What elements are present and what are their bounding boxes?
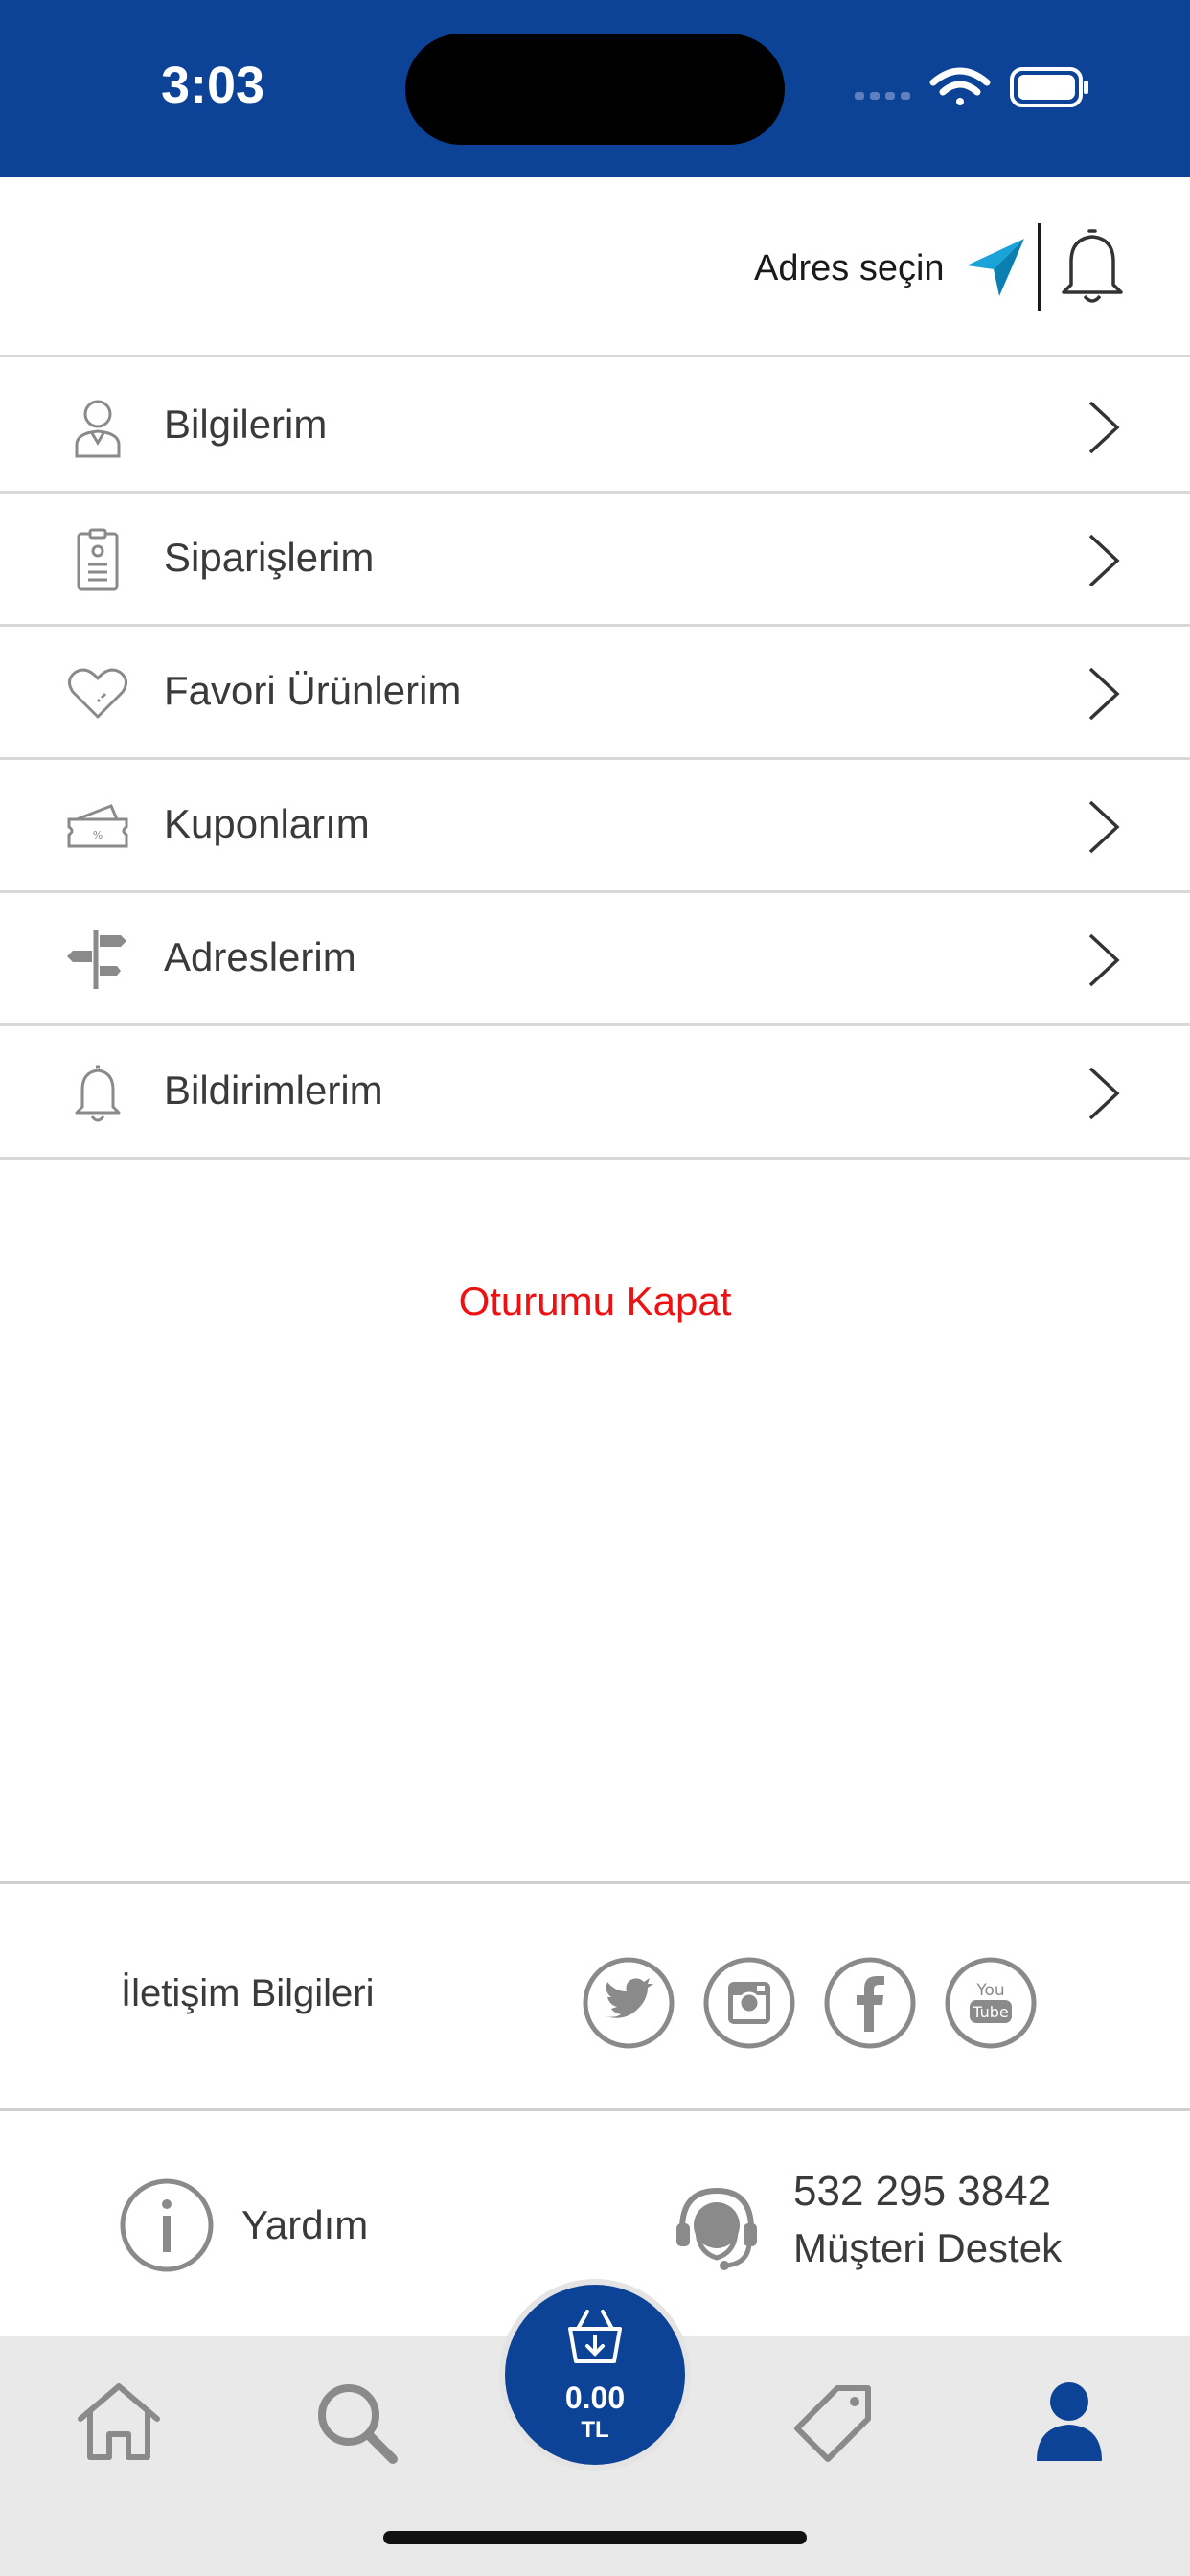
chevron-right-icon bbox=[1088, 534, 1120, 587]
chevron-right-icon bbox=[1088, 1067, 1120, 1120]
menu-item-label: Adreslerim bbox=[164, 934, 356, 979]
clipboard-icon bbox=[77, 528, 119, 591]
battery-icon bbox=[1010, 67, 1088, 107]
location-arrow-icon[interactable] bbox=[965, 237, 1026, 298]
menu-item-adreslerim[interactable]: Adreslerim bbox=[0, 893, 1190, 1026]
contact-label: İletişim Bilgileri bbox=[121, 1972, 375, 2014]
menu-item-kuponlarim[interactable]: % Kuponlarım bbox=[0, 760, 1190, 893]
facebook-icon[interactable] bbox=[824, 1957, 916, 2049]
status-time: 3:03 bbox=[161, 57, 265, 114]
status-bar: 3:03 bbox=[0, 0, 1190, 177]
search-icon[interactable] bbox=[309, 2375, 404, 2471]
svg-text:%: % bbox=[93, 829, 103, 841]
menu-item-bilgilerim[interactable]: Bilgilerim bbox=[0, 360, 1190, 494]
chevron-right-icon bbox=[1088, 401, 1120, 454]
menu-item-favori-urunlerim[interactable]: Favori Ürünlerim bbox=[0, 627, 1190, 760]
cart-icon bbox=[568, 2310, 622, 2363]
menu-item-siparislerim[interactable]: Siparişlerim bbox=[0, 494, 1190, 627]
help-label[interactable]: Yardım bbox=[241, 2202, 368, 2248]
dynamic-island bbox=[405, 34, 785, 145]
header-divider bbox=[1038, 223, 1041, 311]
address-select-label[interactable]: Adres seçin bbox=[754, 248, 945, 289]
menu-item-label: Bildirimlerim bbox=[164, 1068, 383, 1113]
twitter-icon[interactable] bbox=[583, 1957, 675, 2049]
heart-icon bbox=[68, 668, 127, 719]
cart-currency: TL bbox=[581, 2417, 609, 2443]
contact-section: İletişim Bilgileri You Tube bbox=[0, 1881, 1190, 2111]
headset-icon bbox=[676, 2187, 757, 2270]
menu-item-label: Kuponlarım bbox=[164, 801, 370, 846]
instagram-icon[interactable] bbox=[703, 1957, 795, 2049]
status-icons bbox=[855, 67, 1088, 107]
signal-icon bbox=[855, 92, 910, 100]
app-header: Adres seçin bbox=[0, 177, 1190, 357]
tag-icon[interactable] bbox=[786, 2375, 881, 2471]
support-label: Müşteri Destek bbox=[793, 2225, 1063, 2270]
svg-text:You: You bbox=[975, 1981, 1004, 2000]
menu-item-label: Siparişlerim bbox=[164, 535, 375, 580]
menu-item-bildirimlerim[interactable]: Bildirimlerim bbox=[0, 1026, 1190, 1160]
notification-bell-icon[interactable] bbox=[1058, 227, 1127, 308]
youtube-icon[interactable]: You Tube bbox=[945, 1957, 1037, 2049]
logout-button[interactable]: Oturumu Kapat bbox=[0, 1278, 1190, 1324]
user-icon bbox=[75, 400, 121, 458]
wifi-icon bbox=[929, 67, 991, 105]
svg-text:Tube: Tube bbox=[972, 2003, 1008, 2021]
menu-item-label: Bilgilerim bbox=[164, 402, 328, 447]
signpost-icon bbox=[67, 930, 126, 989]
menu-item-label: Favori Ürünlerim bbox=[164, 668, 462, 713]
chevron-right-icon bbox=[1088, 667, 1120, 721]
chevron-right-icon bbox=[1088, 800, 1120, 854]
support-phone[interactable]: 532 295 3842 bbox=[793, 2168, 1051, 2216]
home-indicator bbox=[383, 2531, 807, 2544]
info-icon[interactable] bbox=[119, 2177, 215, 2273]
bell-icon bbox=[75, 1065, 121, 1122]
profile-icon[interactable] bbox=[1021, 2375, 1117, 2471]
account-menu: Bilgilerim Siparişlerim Favori Ürünlerim… bbox=[0, 360, 1190, 1160]
home-icon[interactable] bbox=[71, 2375, 167, 2471]
cart-button[interactable]: 0.00 TL bbox=[499, 2279, 691, 2471]
coupon-icon: % bbox=[67, 804, 128, 848]
chevron-right-icon bbox=[1088, 933, 1120, 987]
cart-amount: 0.00 bbox=[564, 2380, 626, 2415]
